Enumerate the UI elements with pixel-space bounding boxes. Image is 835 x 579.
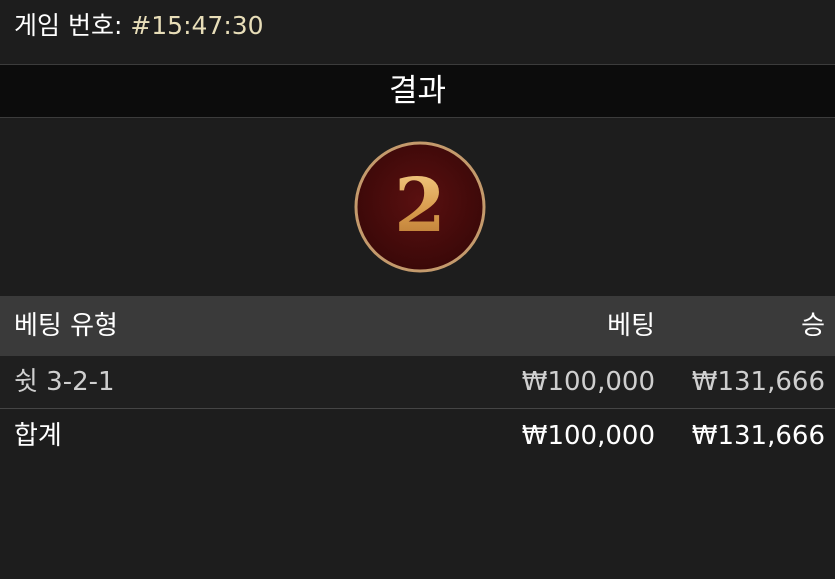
total-label: 합계 — [14, 421, 62, 451]
game-number-header: 게임 번호: #15:47:30 — [14, 10, 264, 42]
table-total-row: 합계 ₩100,000 ₩131,666 — [0, 409, 835, 464]
row-bet-type: 쉿 3-2-1 — [14, 367, 115, 397]
result-number: 2 — [394, 163, 446, 249]
game-number-label: 게임 번호: — [14, 11, 131, 40]
column-header-bet-type: 베팅 유형 — [14, 311, 118, 341]
table-row: 쉿 3-2-1 ₩100,000 ₩131,666 — [0, 356, 835, 409]
result-title: 결과 — [388, 73, 447, 109]
total-win-amount: ₩131,666 — [691, 421, 825, 451]
total-bet-amount: ₩100,000 — [521, 421, 655, 451]
result-number-medal: 2 — [353, 140, 487, 274]
game-number-value: #15:47:30 — [130, 11, 264, 40]
column-header-bet: 베팅 — [607, 311, 655, 341]
result-title-bar: 결과 — [0, 64, 835, 118]
table-header-row: 베팅 유형 베팅 승 — [0, 296, 835, 356]
row-bet-amount: ₩100,000 — [521, 367, 655, 397]
column-header-win: 승 — [801, 311, 825, 341]
row-win-amount: ₩131,666 — [691, 367, 825, 397]
bet-results-table: 베팅 유형 베팅 승 쉿 3-2-1 ₩100,000 ₩131,666 합계 … — [0, 296, 835, 464]
result-medal-graphic: 2 — [354, 141, 486, 273]
